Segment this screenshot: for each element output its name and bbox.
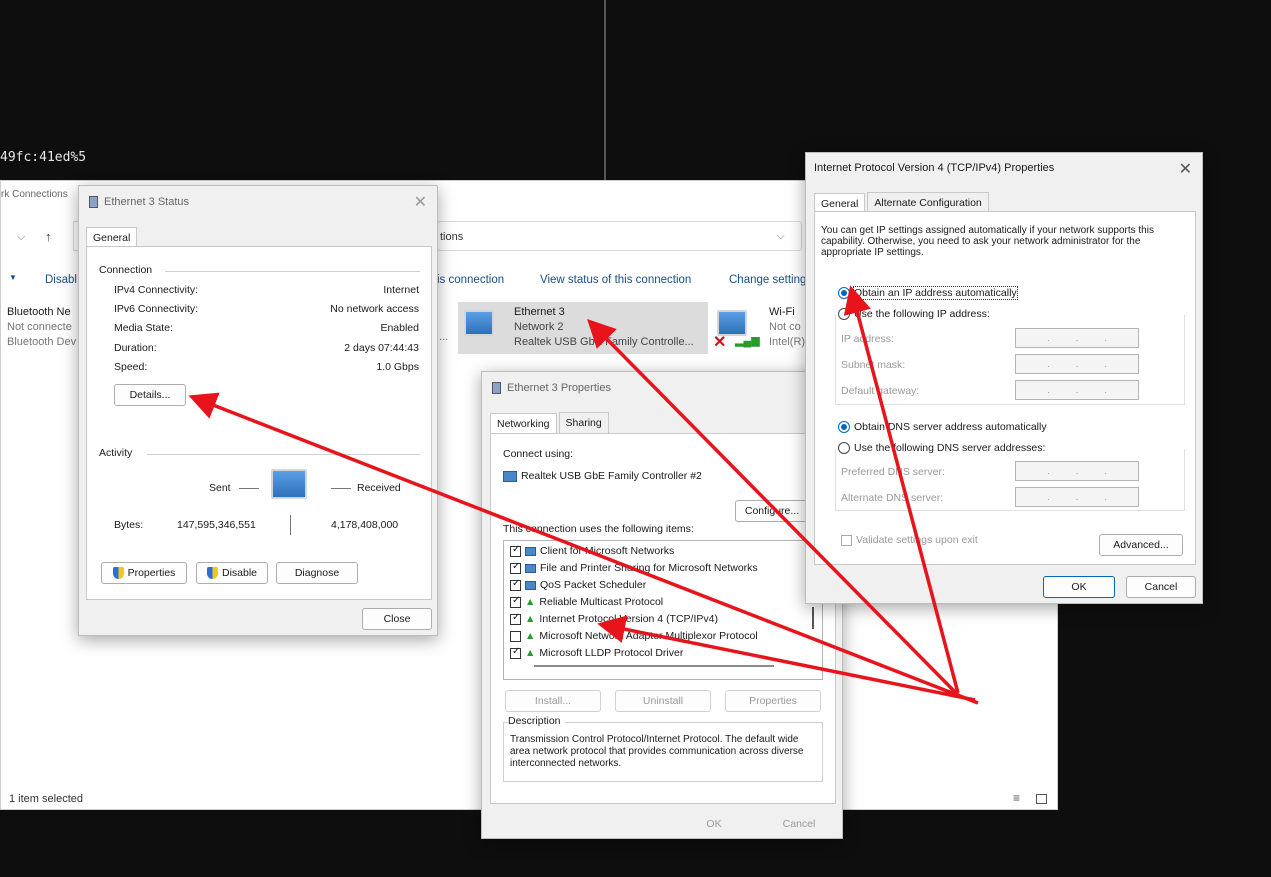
annotation-arrows <box>188 285 979 705</box>
arrow-to-adapter <box>587 319 960 697</box>
arrow-to-details <box>188 392 979 705</box>
arrow-to-obtain-ip <box>843 285 960 694</box>
arrow-to-ipv4-item <box>597 615 976 702</box>
